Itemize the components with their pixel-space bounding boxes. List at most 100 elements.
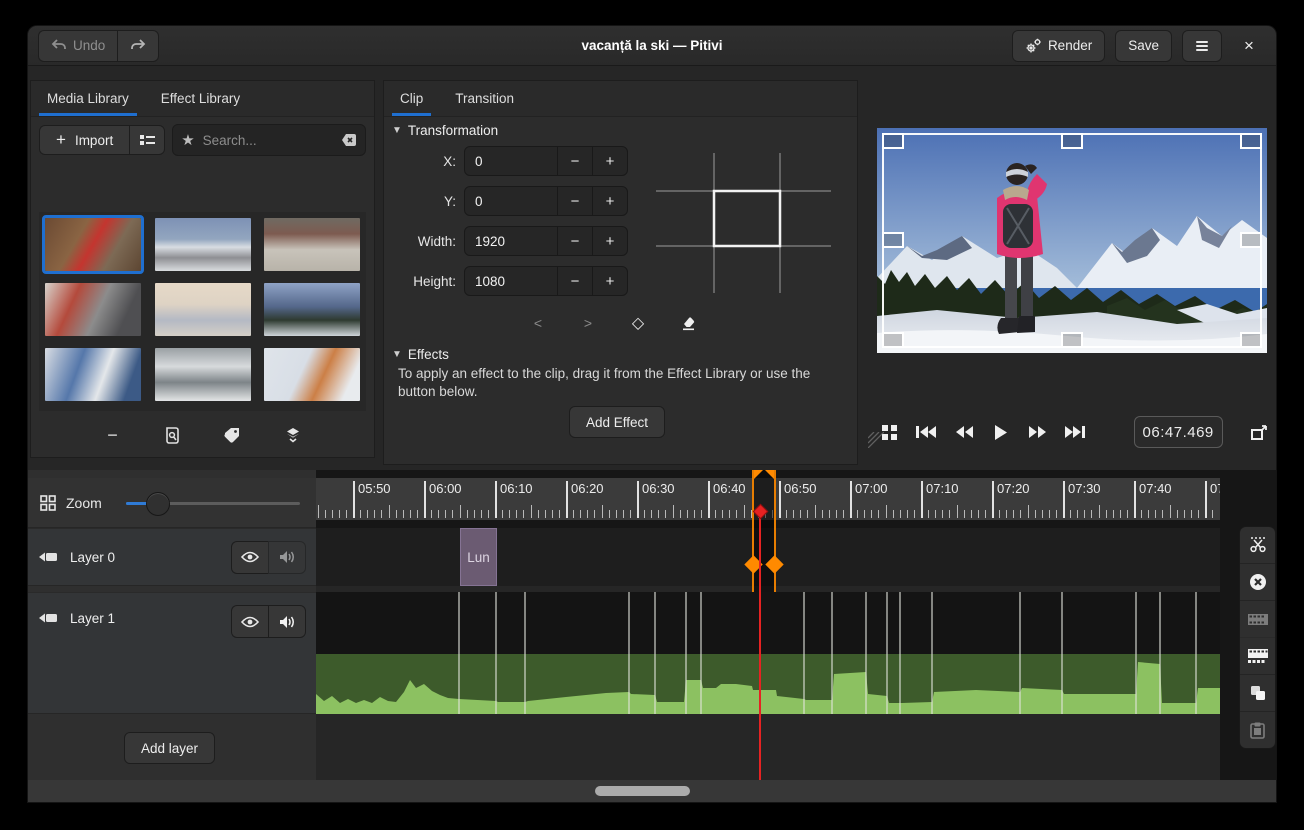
- group-button[interactable]: [1240, 638, 1275, 675]
- horizontal-scrollbar[interactable]: [28, 780, 1276, 802]
- ruler-tick: [651, 510, 652, 518]
- play-button[interactable]: [986, 417, 1016, 447]
- ruler-label: 07: [1210, 481, 1220, 496]
- y-spinbox[interactable]: 0 − +: [464, 186, 628, 216]
- clear-search-icon[interactable]: [341, 132, 357, 148]
- copy-button[interactable]: [1240, 675, 1275, 712]
- menu-button[interactable]: [1182, 30, 1222, 62]
- tab-transition[interactable]: Transition: [439, 81, 530, 116]
- y-increment-button[interactable]: +: [592, 187, 627, 215]
- x-increment-button[interactable]: +: [592, 147, 627, 175]
- pitivi-window: Undo vacanță la ski — Pitivi: [28, 26, 1276, 802]
- ruler-tick: [495, 481, 497, 518]
- add-effect-label: Add Effect: [586, 415, 648, 430]
- scrollbar-thumb[interactable]: [595, 786, 690, 796]
- add-layer-button[interactable]: Add layer: [124, 732, 215, 764]
- media-thumbnail[interactable]: [155, 283, 251, 336]
- ruler-tick: [1049, 510, 1050, 518]
- next-keyframe-button[interactable]: >: [574, 311, 602, 335]
- go-start-button[interactable]: [911, 417, 941, 447]
- layer1-audio-track[interactable]: [316, 654, 1220, 714]
- clip-properties-button[interactable]: [156, 421, 190, 449]
- timecode-entry[interactable]: 06:47.469: [1134, 416, 1223, 448]
- trim-handle-left[interactable]: [754, 470, 763, 479]
- effects-section-header[interactable]: ▼ Effects: [392, 347, 449, 362]
- layer0-visibility-toggle[interactable]: [231, 541, 268, 574]
- ruler-tick: [523, 510, 524, 518]
- library-toolbar: + Import ★ Search...: [31, 117, 374, 163]
- save-button[interactable]: Save: [1115, 30, 1172, 62]
- height-decrement-button[interactable]: −: [557, 267, 592, 295]
- layer1-header: Layer 1: [28, 592, 316, 714]
- media-thumbnail[interactable]: [155, 218, 251, 271]
- x-spinbox[interactable]: 0 − +: [464, 146, 628, 176]
- ruler-tick: [964, 510, 965, 518]
- undo-button[interactable]: Undo: [38, 30, 117, 62]
- media-thumbnail[interactable]: [264, 348, 360, 401]
- toggle-keyframe-button[interactable]: ◇: [624, 311, 652, 335]
- width-decrement-button[interactable]: −: [557, 227, 592, 255]
- rewind-button[interactable]: [949, 417, 979, 447]
- transform-diagram: [656, 153, 831, 293]
- width-spinbox[interactable]: 1920 − +: [464, 226, 628, 256]
- layer1-visibility-toggle[interactable]: [231, 605, 268, 638]
- reset-transform-button[interactable]: [674, 311, 702, 335]
- ruler-tick: [815, 505, 816, 518]
- ruler-label: 06:00: [429, 481, 462, 496]
- redo-button[interactable]: [117, 30, 159, 62]
- y-decrement-button[interactable]: −: [557, 187, 592, 215]
- tags-button[interactable]: [216, 421, 250, 449]
- media-thumbnail[interactable]: [45, 218, 141, 271]
- tab-effect-library[interactable]: Effect Library: [145, 81, 256, 116]
- go-end-button[interactable]: [1060, 417, 1090, 447]
- media-thumbnail[interactable]: [264, 283, 360, 336]
- timeline-empty-area[interactable]: [316, 714, 1220, 780]
- height-spinbox[interactable]: 1080 − +: [464, 266, 628, 296]
- x-decrement-button[interactable]: −: [557, 147, 592, 175]
- close-button[interactable]: ×: [1232, 36, 1266, 56]
- width-increment-button[interactable]: +: [592, 227, 627, 255]
- preview-video-frame[interactable]: [877, 128, 1267, 353]
- layer0-audio-toggle[interactable]: [268, 541, 306, 574]
- paste-button[interactable]: [1240, 712, 1275, 748]
- previous-keyframe-button[interactable]: <: [524, 311, 552, 335]
- insert-at-end-button[interactable]: [276, 421, 310, 449]
- media-thumbnail[interactable]: [45, 348, 141, 401]
- ruler-tick: [722, 510, 723, 518]
- remove-asset-button[interactable]: −: [96, 421, 130, 449]
- ruler-tick: [1212, 510, 1213, 518]
- trim-handle-right[interactable]: [765, 470, 774, 479]
- ruler-label: 06:10: [500, 481, 533, 496]
- ungroup-button[interactable]: [1240, 601, 1275, 638]
- search-input[interactable]: ★ Search...: [172, 124, 366, 156]
- render-button[interactable]: Render: [1012, 30, 1105, 62]
- ruler-tick: [949, 510, 950, 518]
- delete-clip-button[interactable]: [1240, 564, 1275, 601]
- ruler-tick: [545, 510, 546, 518]
- ruler-tick: [971, 510, 972, 518]
- layer1-audio-toggle[interactable]: [268, 605, 306, 638]
- layer1-video-track[interactable]: [316, 592, 1220, 654]
- import-button[interactable]: + Import: [39, 125, 129, 155]
- title-clip[interactable]: Lun: [460, 528, 497, 586]
- transformation-section-header[interactable]: ▼ Transformation: [392, 123, 498, 138]
- layer1-toggles: [231, 605, 306, 638]
- split-clip-button[interactable]: [1240, 527, 1275, 564]
- add-effect-button[interactable]: Add Effect: [569, 406, 665, 438]
- view-mode-button[interactable]: [129, 125, 165, 155]
- height-increment-button[interactable]: +: [592, 267, 627, 295]
- tab-clip[interactable]: Clip: [384, 81, 439, 116]
- zoom-label: Zoom: [66, 495, 102, 511]
- zoom-slider[interactable]: [126, 492, 304, 514]
- undock-viewer-button[interactable]: [1244, 417, 1274, 447]
- media-thumbnail[interactable]: [155, 348, 251, 401]
- ruler-tick: [346, 510, 347, 518]
- zoom-slider-handle[interactable]: [146, 492, 170, 516]
- resize-grip[interactable]: [868, 432, 884, 448]
- media-thumbnail[interactable]: [45, 283, 141, 336]
- ruler-tick: [893, 510, 894, 518]
- fast-forward-button[interactable]: [1023, 417, 1053, 447]
- selected-clip[interactable]: [752, 470, 776, 592]
- tab-media-library[interactable]: Media Library: [31, 81, 145, 116]
- media-thumbnail[interactable]: [264, 218, 360, 271]
